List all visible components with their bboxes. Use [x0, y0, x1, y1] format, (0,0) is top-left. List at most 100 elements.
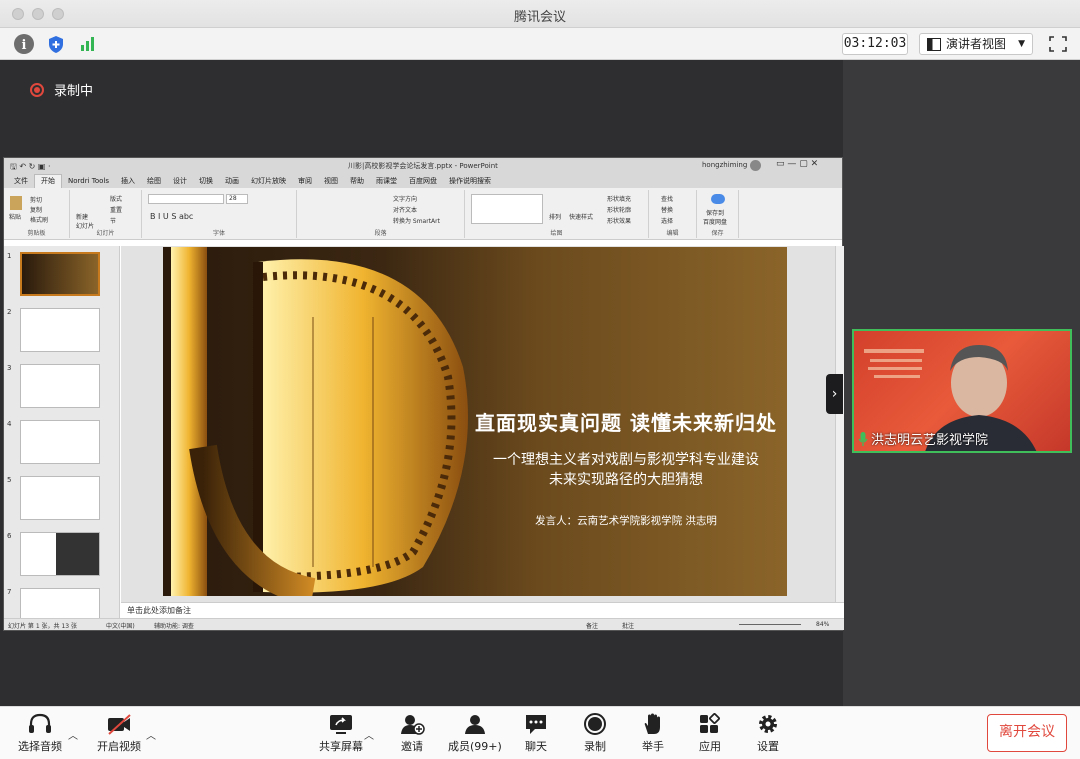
participant-video-tile[interactable]: 洪志明云艺影视学院	[852, 329, 1072, 453]
menu-file[interactable]: 文件	[8, 176, 34, 186]
slide-thumbnail[interactable]	[20, 532, 100, 576]
menu-review[interactable]: 审阅	[292, 176, 318, 186]
menu-view[interactable]: 视图	[318, 176, 344, 186]
subtitle-line-1: 一个理想主义者对戏剧与影视学科专业建设	[493, 452, 759, 468]
menu-search[interactable]: 操作说明搜索	[443, 176, 497, 186]
menu-design[interactable]: 设计	[167, 176, 193, 186]
shape-effects-button[interactable]: 形状效果	[607, 216, 631, 225]
slide-thumbnail[interactable]	[20, 588, 100, 620]
slide-subtitle: 一个理想主义者对戏剧与影视学科专业建设 未来实现路径的大胆猜想	[469, 450, 783, 490]
paste-button[interactable]: 粘贴	[9, 212, 21, 221]
menu-home[interactable]: 开始	[34, 174, 62, 188]
view-mode-dropdown[interactable]: 演讲者视图 ▼	[919, 33, 1033, 55]
slide-thumbnail[interactable]	[20, 308, 100, 352]
slide-presenter: 发言人：云南艺术学院影视学院 洪志明	[535, 515, 717, 527]
menu-transitions[interactable]: 切换	[193, 176, 219, 186]
section-button[interactable]: 节	[110, 216, 116, 225]
video-label: 开启视频	[97, 740, 141, 753]
menu-animations[interactable]: 动画	[219, 176, 245, 186]
notes-pane[interactable]: 单击此处添加备注	[121, 602, 844, 618]
language-status: 中文(中国)	[106, 623, 135, 630]
align-text-button[interactable]: 对齐文本	[393, 205, 417, 214]
chevron-up-icon[interactable]: ︿	[68, 727, 78, 742]
leave-meeting-button[interactable]: 离开会议	[987, 714, 1067, 752]
window-title: 腾讯会议	[513, 10, 566, 25]
record-icon	[584, 713, 606, 735]
chevron-up-icon[interactable]: ︿	[364, 727, 374, 742]
apps-icon	[700, 713, 720, 733]
copy-button[interactable]: 复制	[30, 205, 42, 214]
save-baidu-button[interactable]: 保存到 百度网盘	[703, 208, 727, 226]
user-avatar[interactable]	[750, 160, 761, 171]
thumb-number: 7	[7, 588, 12, 596]
meeting-timer: 03:12:03	[842, 33, 908, 55]
record-label: 录制	[584, 740, 606, 753]
replace-button[interactable]: 替换	[661, 205, 673, 214]
group-label: 编辑	[666, 230, 679, 237]
subtitle-line-2: 未来实现路径的大胆猜想	[549, 472, 703, 488]
fullscreen-icon[interactable]	[1049, 36, 1067, 52]
chevron-up-icon[interactable]: ︿	[146, 727, 156, 742]
menu-insert[interactable]: 插入	[115, 176, 141, 186]
meeting-top-toolbar: i 03:12:03 演讲者视图 ▼	[0, 28, 1080, 60]
comments-toggle[interactable]: 批注	[622, 621, 634, 630]
raise-hand-label: 举手	[642, 740, 664, 753]
quick-styles-button[interactable]: 快速样式	[569, 212, 593, 221]
participant-name: 洪志明云艺影视学院	[871, 433, 989, 448]
vertical-scrollbar[interactable]	[835, 246, 844, 602]
accessibility-status[interactable]: 辅助功能: 调查	[154, 621, 194, 630]
menu-baidu[interactable]: 百度网盘	[403, 176, 443, 186]
select-button[interactable]: 选择	[661, 216, 673, 225]
members-button[interactable]: 成员(99+)	[448, 713, 502, 754]
thumb-number: 5	[7, 476, 12, 484]
font-name-input[interactable]	[148, 194, 224, 204]
raise-hand-button[interactable]: 举手	[640, 713, 666, 754]
shape-outline-button[interactable]: 形状轮廓	[607, 205, 631, 214]
audio-button[interactable]: 选择音频	[18, 713, 62, 754]
slide-thumbnail[interactable]	[20, 252, 100, 296]
notes-toggle[interactable]: 备注	[586, 621, 598, 630]
menu-rainclass[interactable]: 雨课堂	[370, 176, 403, 186]
gear-icon	[759, 715, 777, 733]
font-size-input[interactable]: 28	[226, 194, 248, 204]
find-button[interactable]: 查找	[661, 194, 673, 203]
group-label: 字体	[212, 230, 225, 237]
share-screen-button[interactable]: 共享屏幕	[319, 713, 363, 754]
expand-sidebar-button[interactable]: ›	[826, 374, 843, 414]
window-controls[interactable]: ▭ — ▢ ✕	[776, 159, 818, 169]
text-direction-button[interactable]: 文字方向	[393, 194, 417, 203]
video-button[interactable]: 开启视频	[97, 713, 141, 754]
ppt-titlebar: 🖫 ↶ ↻ ▣ · 川影|高校影视学会论坛发言.pptx - PowerPoin…	[4, 158, 842, 174]
apps-label: 应用	[699, 740, 721, 753]
zoom-slider[interactable]	[739, 624, 801, 625]
group-editing: 查找 替换 选择 编辑	[649, 190, 697, 238]
paste-icon[interactable]	[10, 196, 22, 210]
font-style-buttons[interactable]: B I U S abc	[150, 212, 193, 221]
shield-icon[interactable]	[46, 34, 66, 54]
shapes-gallery[interactable]	[471, 194, 543, 224]
settings-label: 设置	[757, 740, 779, 753]
shape-fill-button[interactable]: 形状填充	[607, 194, 631, 203]
format-painter-button[interactable]: 格式刷	[30, 215, 48, 224]
reset-button[interactable]: 重置	[110, 205, 122, 214]
menu-nordri[interactable]: Nordri Tools	[62, 177, 115, 185]
cut-button[interactable]: 剪切	[30, 195, 42, 204]
info-icon[interactable]: i	[14, 34, 34, 54]
slide-thumbnail[interactable]	[20, 476, 100, 520]
settings-button[interactable]: 设置	[755, 713, 781, 754]
slide-thumbnail[interactable]	[20, 364, 100, 408]
apps-button[interactable]: 应用	[697, 713, 723, 754]
thumb-number: 4	[7, 420, 12, 428]
slide-thumbnail[interactable]	[20, 420, 100, 464]
arrange-button[interactable]: 排列	[549, 212, 561, 221]
invite-button[interactable]: 邀请	[399, 713, 425, 754]
signal-icon[interactable]	[78, 34, 98, 54]
recording-indicator: 录制中	[30, 80, 93, 99]
menu-help[interactable]: 帮助	[344, 176, 370, 186]
menu-slideshow[interactable]: 幻灯片放映	[245, 176, 292, 186]
smartart-button[interactable]: 转换为 SmartArt	[393, 216, 440, 225]
menu-draw[interactable]: 绘图	[141, 176, 167, 186]
chat-button[interactable]: 聊天	[523, 713, 549, 754]
record-button[interactable]: 录制	[582, 713, 608, 754]
layout-button[interactable]: 版式	[110, 194, 122, 203]
